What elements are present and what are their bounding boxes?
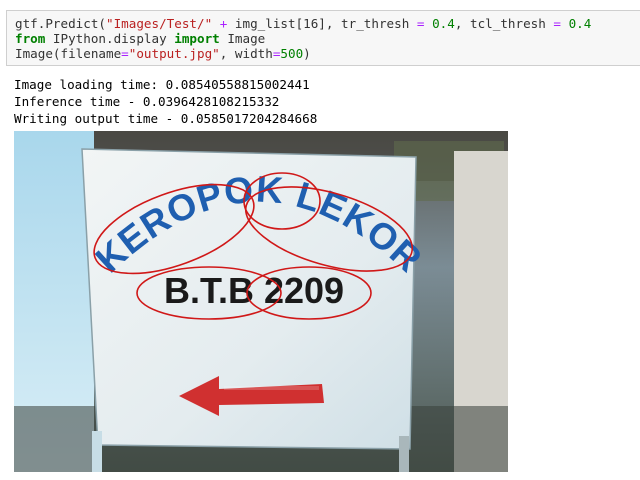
output-loading-time: Image loading time: 0.08540558815002441	[14, 77, 310, 92]
output-writing-time: Writing output time - 0.0585017204284668	[14, 111, 318, 126]
cell-output: Image loading time: 0.08540558815002441 …	[14, 76, 317, 127]
output-image: KEROPOK LEKOR B.T.B 2209	[14, 131, 508, 472]
output-inference-time: Inference time - 0.0396428108215332	[14, 94, 280, 109]
detection-photo: KEROPOK LEKOR B.T.B 2209	[14, 131, 508, 472]
code-line-1: gtf.Predict("Images/Test/" + img_list[16…	[15, 16, 592, 31]
code-line-2: from IPython.display import Image	[15, 31, 266, 46]
code-line-3: Image(filename="output.jpg", width=500)	[15, 46, 311, 61]
code-cell-input[interactable]: gtf.Predict("Images/Test/" + img_list[16…	[6, 10, 640, 66]
